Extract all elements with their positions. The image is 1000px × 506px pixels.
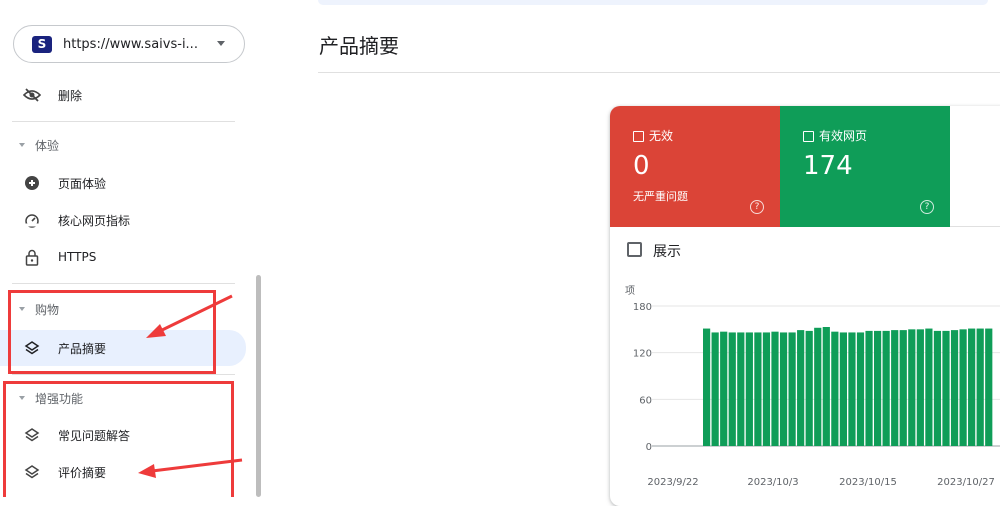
show-label: 展示 (653, 244, 681, 260)
divider (12, 283, 235, 284)
checkbox-icon (633, 131, 644, 142)
sidebar-item-label: 删除 (58, 88, 83, 103)
show-checkbox[interactable] (627, 242, 642, 257)
bar (950, 330, 959, 446)
property-url: https://www.saivs-i... (63, 36, 198, 52)
bar (848, 332, 856, 446)
bar (805, 330, 813, 446)
lock-icon (22, 248, 42, 266)
bar (839, 332, 847, 446)
sidebar-item-label: 核心网页指标 (58, 213, 131, 228)
x-tick-label: 2023/10/15 (839, 477, 897, 488)
summary-card: 无效 0 无严重问题 ? 有效网页 174 ? 展示 项 0 60 120 180 202… (610, 106, 1000, 506)
bar (745, 332, 753, 446)
bar (831, 331, 839, 446)
invalid-value: 0 (633, 151, 650, 181)
bar (891, 330, 899, 446)
chevron-down-icon (217, 41, 225, 46)
bar (856, 332, 865, 446)
divider (318, 72, 1000, 73)
divider (12, 121, 235, 122)
section-label: 体验 (35, 138, 60, 153)
bar (925, 328, 933, 446)
caret-down-icon (19, 143, 25, 147)
sidebar-item-https[interactable]: HTTPS (0, 240, 246, 274)
speedometer-icon (22, 211, 42, 229)
bar (865, 330, 873, 446)
page-title: 产品摘要 (319, 34, 399, 58)
checkbox-icon (803, 131, 814, 142)
bar (720, 331, 728, 446)
bar (711, 332, 719, 446)
y-tick-label: 180 (633, 302, 652, 313)
valid-label: 有效网页 (819, 129, 868, 143)
bar (985, 328, 993, 446)
y-axis-label: 项 (625, 285, 635, 297)
bar (882, 330, 890, 446)
y-tick-label: 0 (646, 442, 652, 453)
sidebar-item-page-experience[interactable]: 页面体验 (0, 166, 246, 200)
bar (916, 329, 924, 446)
x-tick-label: 2023/10/27 (937, 477, 995, 488)
bar (908, 329, 916, 446)
x-tick-label: 2023/10/3 (747, 477, 798, 488)
bar (737, 332, 745, 446)
bar (822, 327, 830, 446)
bar (968, 328, 976, 446)
bar (788, 332, 796, 446)
bar (779, 332, 788, 446)
section-experience[interactable]: 体验 (0, 132, 246, 158)
invalid-subtitle: 无严重问题 (633, 190, 688, 203)
invalid-label: 无效 (649, 129, 674, 143)
eye-off-icon (22, 86, 42, 104)
sidebar-item-core-web-vitals[interactable]: 核心网页指标 (0, 203, 246, 237)
bar (976, 328, 984, 446)
help-icon[interactable]: ? (750, 200, 764, 214)
bar (899, 330, 907, 446)
bar (728, 332, 736, 446)
y-tick-label: 120 (633, 349, 652, 360)
property-logo: S (32, 35, 52, 53)
annotation-box-enhancements (3, 381, 234, 497)
bar (933, 330, 942, 446)
bar (762, 332, 771, 446)
annotation-box-shopping (8, 290, 216, 374)
sidebar-item-label: 页面体验 (58, 176, 107, 191)
valid-tile[interactable]: 有效网页 174 ? (780, 106, 950, 227)
valid-value: 174 (803, 151, 853, 181)
bar (771, 331, 779, 446)
search-bar-edge[interactable] (318, 0, 988, 5)
x-tick-label: 2023/9/22 (647, 477, 698, 488)
help-icon[interactable]: ? (920, 200, 934, 214)
bar (754, 332, 762, 446)
sidebar-scrollbar[interactable] (256, 275, 261, 497)
blank-tile (950, 106, 1000, 227)
bar (703, 328, 711, 446)
bar (874, 330, 882, 446)
bar (959, 329, 967, 446)
invalid-tile[interactable]: 无效 0 无严重问题 ? (610, 106, 780, 227)
bar (814, 327, 822, 446)
items-chart: 项 0 60 120 180 2023/9/22 2023/10/3 2023/10/15 20… (625, 285, 1000, 488)
bar (797, 330, 805, 446)
page-experience-icon (22, 174, 42, 192)
y-tick-label: 60 (639, 395, 652, 406)
sidebar-item-remove[interactable]: 删除 (0, 78, 246, 112)
bar (942, 330, 950, 446)
property-selector[interactable]: S https://www.saivs-i... (13, 25, 245, 63)
divider (12, 374, 235, 375)
sidebar-item-label: HTTPS (58, 250, 97, 264)
